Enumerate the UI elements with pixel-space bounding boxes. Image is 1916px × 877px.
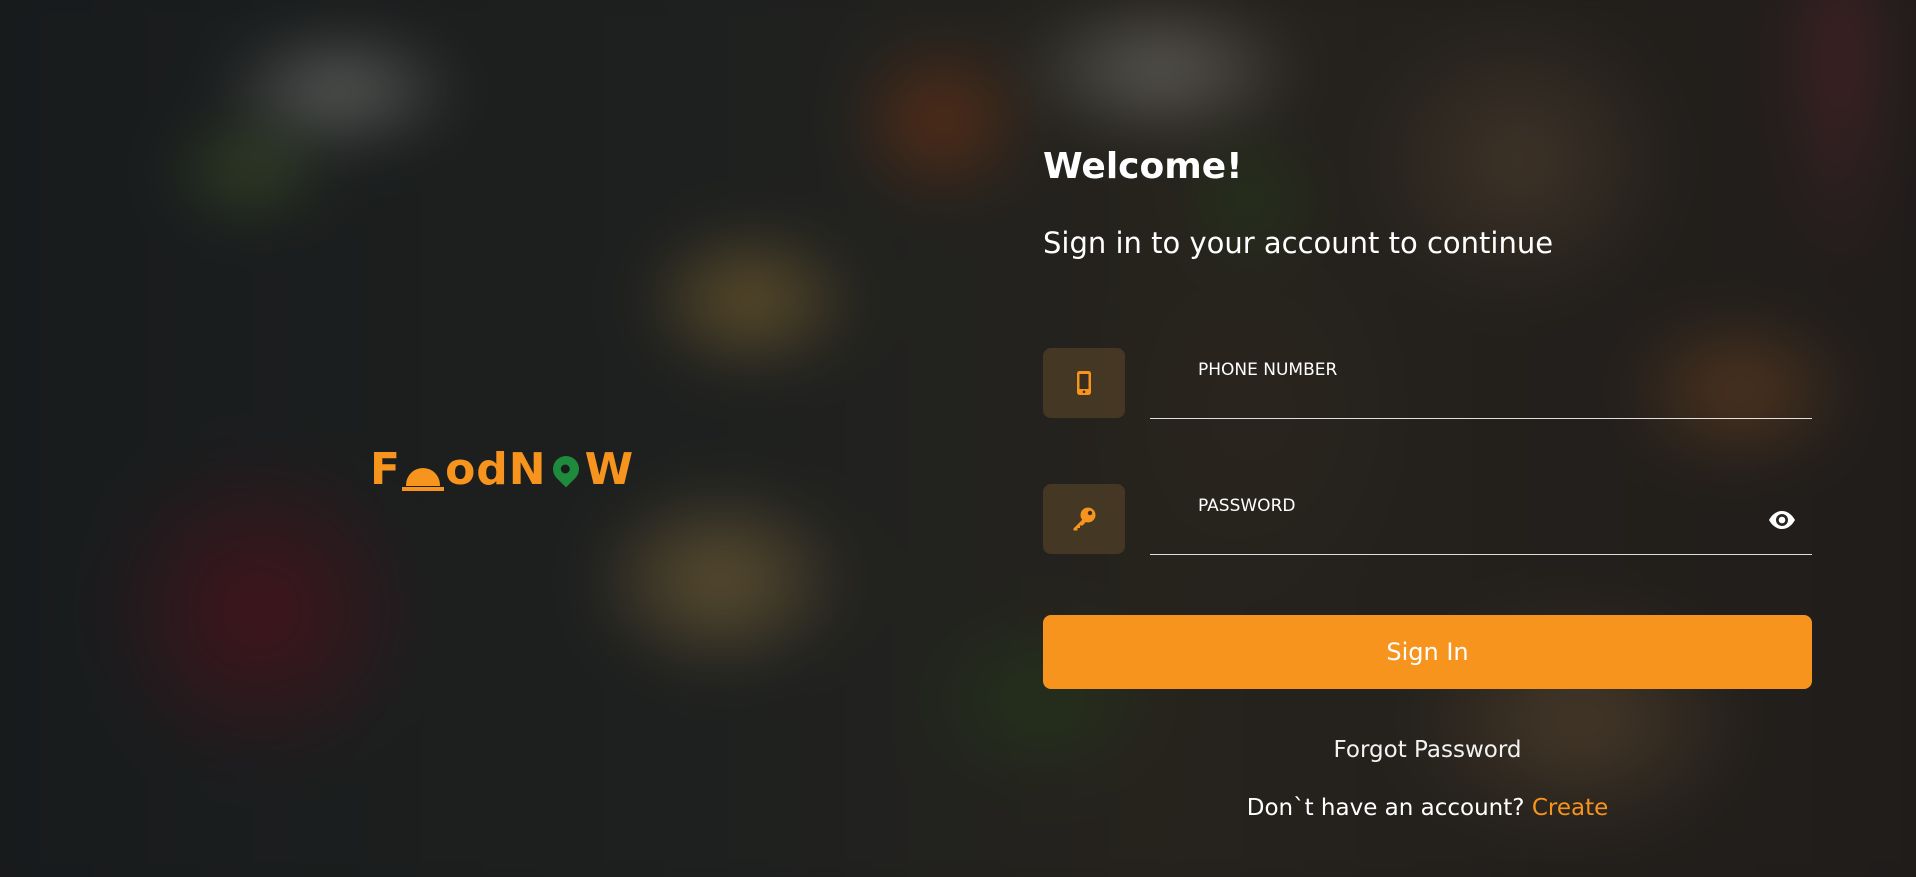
sign-in-form: Welcome! Sign in to your account to cont…	[1043, 140, 1812, 821]
key-icon	[1073, 507, 1096, 531]
location-pin-icon	[547, 450, 585, 488]
login-page: F odN W Welcome! Sign in to your account…	[0, 0, 1916, 877]
phone-number-input[interactable]	[1150, 348, 1812, 418]
sign-in-button[interactable]: Sign In	[1043, 615, 1812, 689]
cloche-icon	[402, 468, 445, 491]
phone-input-wrapper	[1150, 348, 1812, 419]
password-field-row	[1043, 484, 1812, 556]
signup-prompt-text: Don`t have an account?	[1246, 795, 1532, 821]
forgot-password-link[interactable]: Forgot Password	[1043, 737, 1812, 763]
show-password-toggle[interactable]	[1766, 504, 1798, 536]
logo-letter-f: F	[370, 444, 402, 495]
password-input[interactable]	[1150, 484, 1812, 554]
welcome-title: Welcome!	[1043, 146, 1243, 187]
mobile-phone-icon	[1077, 371, 1091, 395]
sign-in-subtitle: Sign in to your account to continue	[1043, 226, 1554, 260]
signup-prompt: Don`t have an account? Create	[1043, 795, 1812, 821]
password-input-wrapper	[1150, 484, 1812, 555]
phone-icon-box	[1043, 348, 1125, 418]
password-icon-box	[1043, 484, 1125, 554]
foodnow-logo: F odN W	[370, 448, 634, 492]
create-account-link[interactable]: Create	[1532, 795, 1608, 821]
phone-field-row	[1043, 348, 1812, 420]
logo-letters: odN	[445, 444, 547, 495]
logo-letter-w: W	[584, 444, 635, 495]
eye-icon	[1769, 511, 1795, 529]
